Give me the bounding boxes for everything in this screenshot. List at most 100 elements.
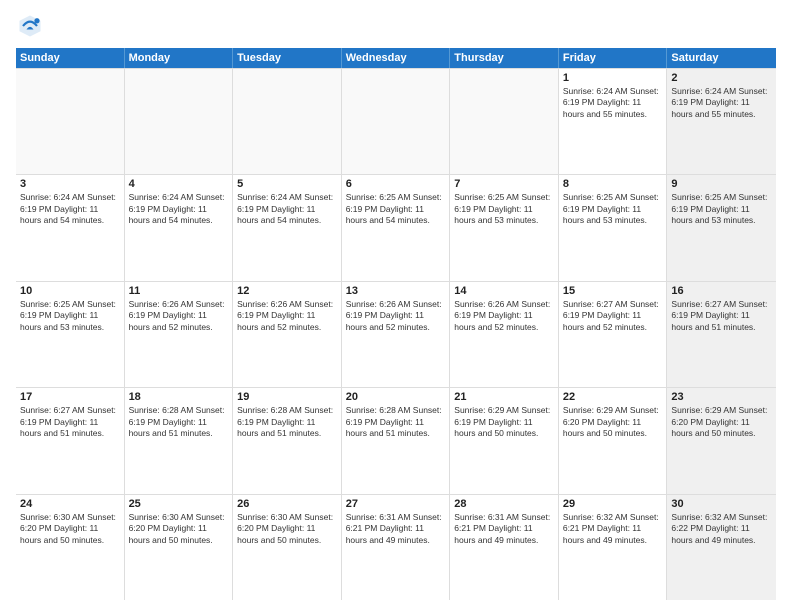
calendar-cell: 4 Sunrise: 6:24 AM Sunset: 6:19 PM Daylig… [125, 175, 234, 280]
calendar-cell: 13 Sunrise: 6:26 AM Sunset: 6:19 PM Dayli… [342, 282, 451, 387]
day-number: 3 [20, 178, 120, 190]
calendar-cell: 25 Sunrise: 6:30 AM Sunset: 6:20 PM Dayli… [125, 495, 234, 600]
cell-content: Sunrise: 6:24 AM Sunset: 6:19 PM Dayligh… [129, 192, 229, 226]
day-number: 8 [563, 178, 663, 190]
calendar-cell: 3 Sunrise: 6:24 AM Sunset: 6:19 PM Daylig… [16, 175, 125, 280]
calendar-cell [125, 69, 234, 174]
day-number: 21 [454, 391, 554, 403]
calendar-cell: 27 Sunrise: 6:31 AM Sunset: 6:21 PM Dayli… [342, 495, 451, 600]
day-number: 17 [20, 391, 120, 403]
day-number: 5 [237, 178, 337, 190]
calendar-cell: 16 Sunrise: 6:27 AM Sunset: 6:19 PM Dayli… [667, 282, 776, 387]
cell-content: Sunrise: 6:31 AM Sunset: 6:21 PM Dayligh… [346, 512, 446, 546]
calendar-cell: 2 Sunrise: 6:24 AM Sunset: 6:19 PM Daylig… [667, 69, 776, 174]
cell-content: Sunrise: 6:25 AM Sunset: 6:19 PM Dayligh… [454, 192, 554, 226]
day-number: 6 [346, 178, 446, 190]
calendar-cell: 24Sunrise: 6:30 AM Sunset: 6:20 PM Dayli… [16, 495, 125, 600]
calendar-cell: 28Sunrise: 6:31 AM Sunset: 6:21 PM Dayli… [450, 495, 559, 600]
cell-content: Sunrise: 6:30 AM Sunset: 6:20 PM Dayligh… [237, 512, 337, 546]
header-day-thursday: Thursday [450, 48, 559, 68]
cell-content: Sunrise: 6:32 AM Sunset: 6:22 PM Dayligh… [671, 512, 772, 546]
cell-content: Sunrise: 6:29 AM Sunset: 6:20 PM Dayligh… [563, 405, 663, 439]
header-day-tuesday: Tuesday [233, 48, 342, 68]
cell-content: Sunrise: 6:24 AM Sunset: 6:19 PM Dayligh… [20, 192, 120, 226]
calendar-cell: 21 Sunrise: 6:29 AM Sunset: 6:19 PM Dayli… [450, 388, 559, 493]
calendar-cell: 1 Sunrise: 6:24 AM Sunset: 6:19 PM Daylig… [559, 69, 668, 174]
logo-icon [16, 12, 44, 40]
cell-content: Sunrise: 6:31 AM Sunset: 6:21 PM Dayligh… [454, 512, 554, 546]
day-number: 20 [346, 391, 446, 403]
day-number: 25 [129, 498, 229, 510]
cell-content: Sunrise: 6:25 AM Sunset: 6:19 PM Dayligh… [20, 299, 120, 333]
header-day-friday: Friday [559, 48, 668, 68]
calendar-cell: 26 Sunrise: 6:30 AM Sunset: 6:20 PM Dayli… [233, 495, 342, 600]
day-number: 22 [563, 391, 663, 403]
day-number: 13 [346, 285, 446, 297]
cell-content: Sunrise: 6:27 AM Sunset: 6:19 PM Dayligh… [671, 299, 772, 333]
calendar-cell: 14 Sunrise: 6:26 AM Sunset: 6:19 PM Dayli… [450, 282, 559, 387]
calendar-row-2: 3 Sunrise: 6:24 AM Sunset: 6:19 PM Daylig… [16, 174, 776, 280]
cell-content: Sunrise: 6:27 AM Sunset: 6:19 PM Dayligh… [563, 299, 663, 333]
calendar-cell: 20 Sunrise: 6:28 AM Sunset: 6:19 PM Dayli… [342, 388, 451, 493]
header-day-monday: Monday [125, 48, 234, 68]
cell-content: Sunrise: 6:25 AM Sunset: 6:19 PM Dayligh… [563, 192, 663, 226]
calendar-cell: 5 Sunrise: 6:24 AM Sunset: 6:19 PM Daylig… [233, 175, 342, 280]
cell-content: Sunrise: 6:25 AM Sunset: 6:19 PM Dayligh… [346, 192, 446, 226]
calendar-cell: 18 Sunrise: 6:28 AM Sunset: 6:19 PM Dayli… [125, 388, 234, 493]
calendar-cell: 9Sunrise: 6:25 AM Sunset: 6:19 PM Daylig… [667, 175, 776, 280]
calendar-cell [342, 69, 451, 174]
logo [16, 12, 48, 40]
calendar-header: SundayMondayTuesdayWednesdayThursdayFrid… [16, 48, 776, 68]
calendar-cell [450, 69, 559, 174]
day-number: 12 [237, 285, 337, 297]
day-number: 7 [454, 178, 554, 190]
cell-content: Sunrise: 6:27 AM Sunset: 6:19 PM Dayligh… [20, 405, 120, 439]
calendar-cell [233, 69, 342, 174]
day-number: 29 [563, 498, 663, 510]
cell-content: Sunrise: 6:28 AM Sunset: 6:19 PM Dayligh… [237, 405, 337, 439]
cell-content: Sunrise: 6:26 AM Sunset: 6:19 PM Dayligh… [129, 299, 229, 333]
day-number: 14 [454, 285, 554, 297]
calendar-cell: 29 Sunrise: 6:32 AM Sunset: 6:21 PM Dayli… [559, 495, 668, 600]
day-number: 15 [563, 285, 663, 297]
calendar-cell [16, 69, 125, 174]
day-number: 16 [671, 285, 772, 297]
cell-content: Sunrise: 6:26 AM Sunset: 6:19 PM Dayligh… [346, 299, 446, 333]
calendar-cell: 7 Sunrise: 6:25 AM Sunset: 6:19 PM Daylig… [450, 175, 559, 280]
day-number: 9 [671, 178, 772, 190]
calendar-cell: 15 Sunrise: 6:27 AM Sunset: 6:19 PM Dayli… [559, 282, 668, 387]
header-day-sunday: Sunday [16, 48, 125, 68]
cell-content: Sunrise: 6:24 AM Sunset: 6:19 PM Dayligh… [237, 192, 337, 226]
cell-content: Sunrise: 6:26 AM Sunset: 6:19 PM Dayligh… [454, 299, 554, 333]
cell-content: Sunrise: 6:24 AM Sunset: 6:19 PM Dayligh… [563, 86, 663, 120]
calendar-cell: 6 Sunrise: 6:25 AM Sunset: 6:19 PM Daylig… [342, 175, 451, 280]
calendar-cell: 8 Sunrise: 6:25 AM Sunset: 6:19 PM Daylig… [559, 175, 668, 280]
calendar-row-4: 17 Sunrise: 6:27 AM Sunset: 6:19 PM Dayli… [16, 387, 776, 493]
calendar-page: SundayMondayTuesdayWednesdayThursdayFrid… [0, 0, 792, 612]
cell-content: Sunrise: 6:28 AM Sunset: 6:19 PM Dayligh… [346, 405, 446, 439]
cell-content: Sunrise: 6:29 AM Sunset: 6:19 PM Dayligh… [454, 405, 554, 439]
cell-content: Sunrise: 6:24 AM Sunset: 6:19 PM Dayligh… [671, 86, 772, 120]
cell-content: Sunrise: 6:30 AM Sunset: 6:20 PM Dayligh… [129, 512, 229, 546]
day-number: 26 [237, 498, 337, 510]
day-number: 18 [129, 391, 229, 403]
cell-content: Sunrise: 6:32 AM Sunset: 6:21 PM Dayligh… [563, 512, 663, 546]
header-day-wednesday: Wednesday [342, 48, 451, 68]
cell-content: Sunrise: 6:30 AM Sunset: 6:20 PM Dayligh… [20, 512, 120, 546]
day-number: 30 [671, 498, 772, 510]
calendar: SundayMondayTuesdayWednesdayThursdayFrid… [16, 48, 776, 600]
day-number: 19 [237, 391, 337, 403]
calendar-cell: 30 Sunrise: 6:32 AM Sunset: 6:22 PM Dayli… [667, 495, 776, 600]
header-day-saturday: Saturday [667, 48, 776, 68]
day-number: 2 [671, 72, 772, 84]
calendar-row-5: 24Sunrise: 6:30 AM Sunset: 6:20 PM Dayli… [16, 494, 776, 600]
day-number: 1 [563, 72, 663, 84]
day-number: 4 [129, 178, 229, 190]
calendar-cell: 23Sunrise: 6:29 AM Sunset: 6:20 PM Dayli… [667, 388, 776, 493]
page-header [16, 12, 776, 40]
cell-content: Sunrise: 6:28 AM Sunset: 6:19 PM Dayligh… [129, 405, 229, 439]
calendar-cell: 19 Sunrise: 6:28 AM Sunset: 6:19 PM Dayli… [233, 388, 342, 493]
calendar-cell: 11Sunrise: 6:26 AM Sunset: 6:19 PM Dayli… [125, 282, 234, 387]
calendar-row-3: 10Sunrise: 6:25 AM Sunset: 6:19 PM Dayli… [16, 281, 776, 387]
day-number: 27 [346, 498, 446, 510]
